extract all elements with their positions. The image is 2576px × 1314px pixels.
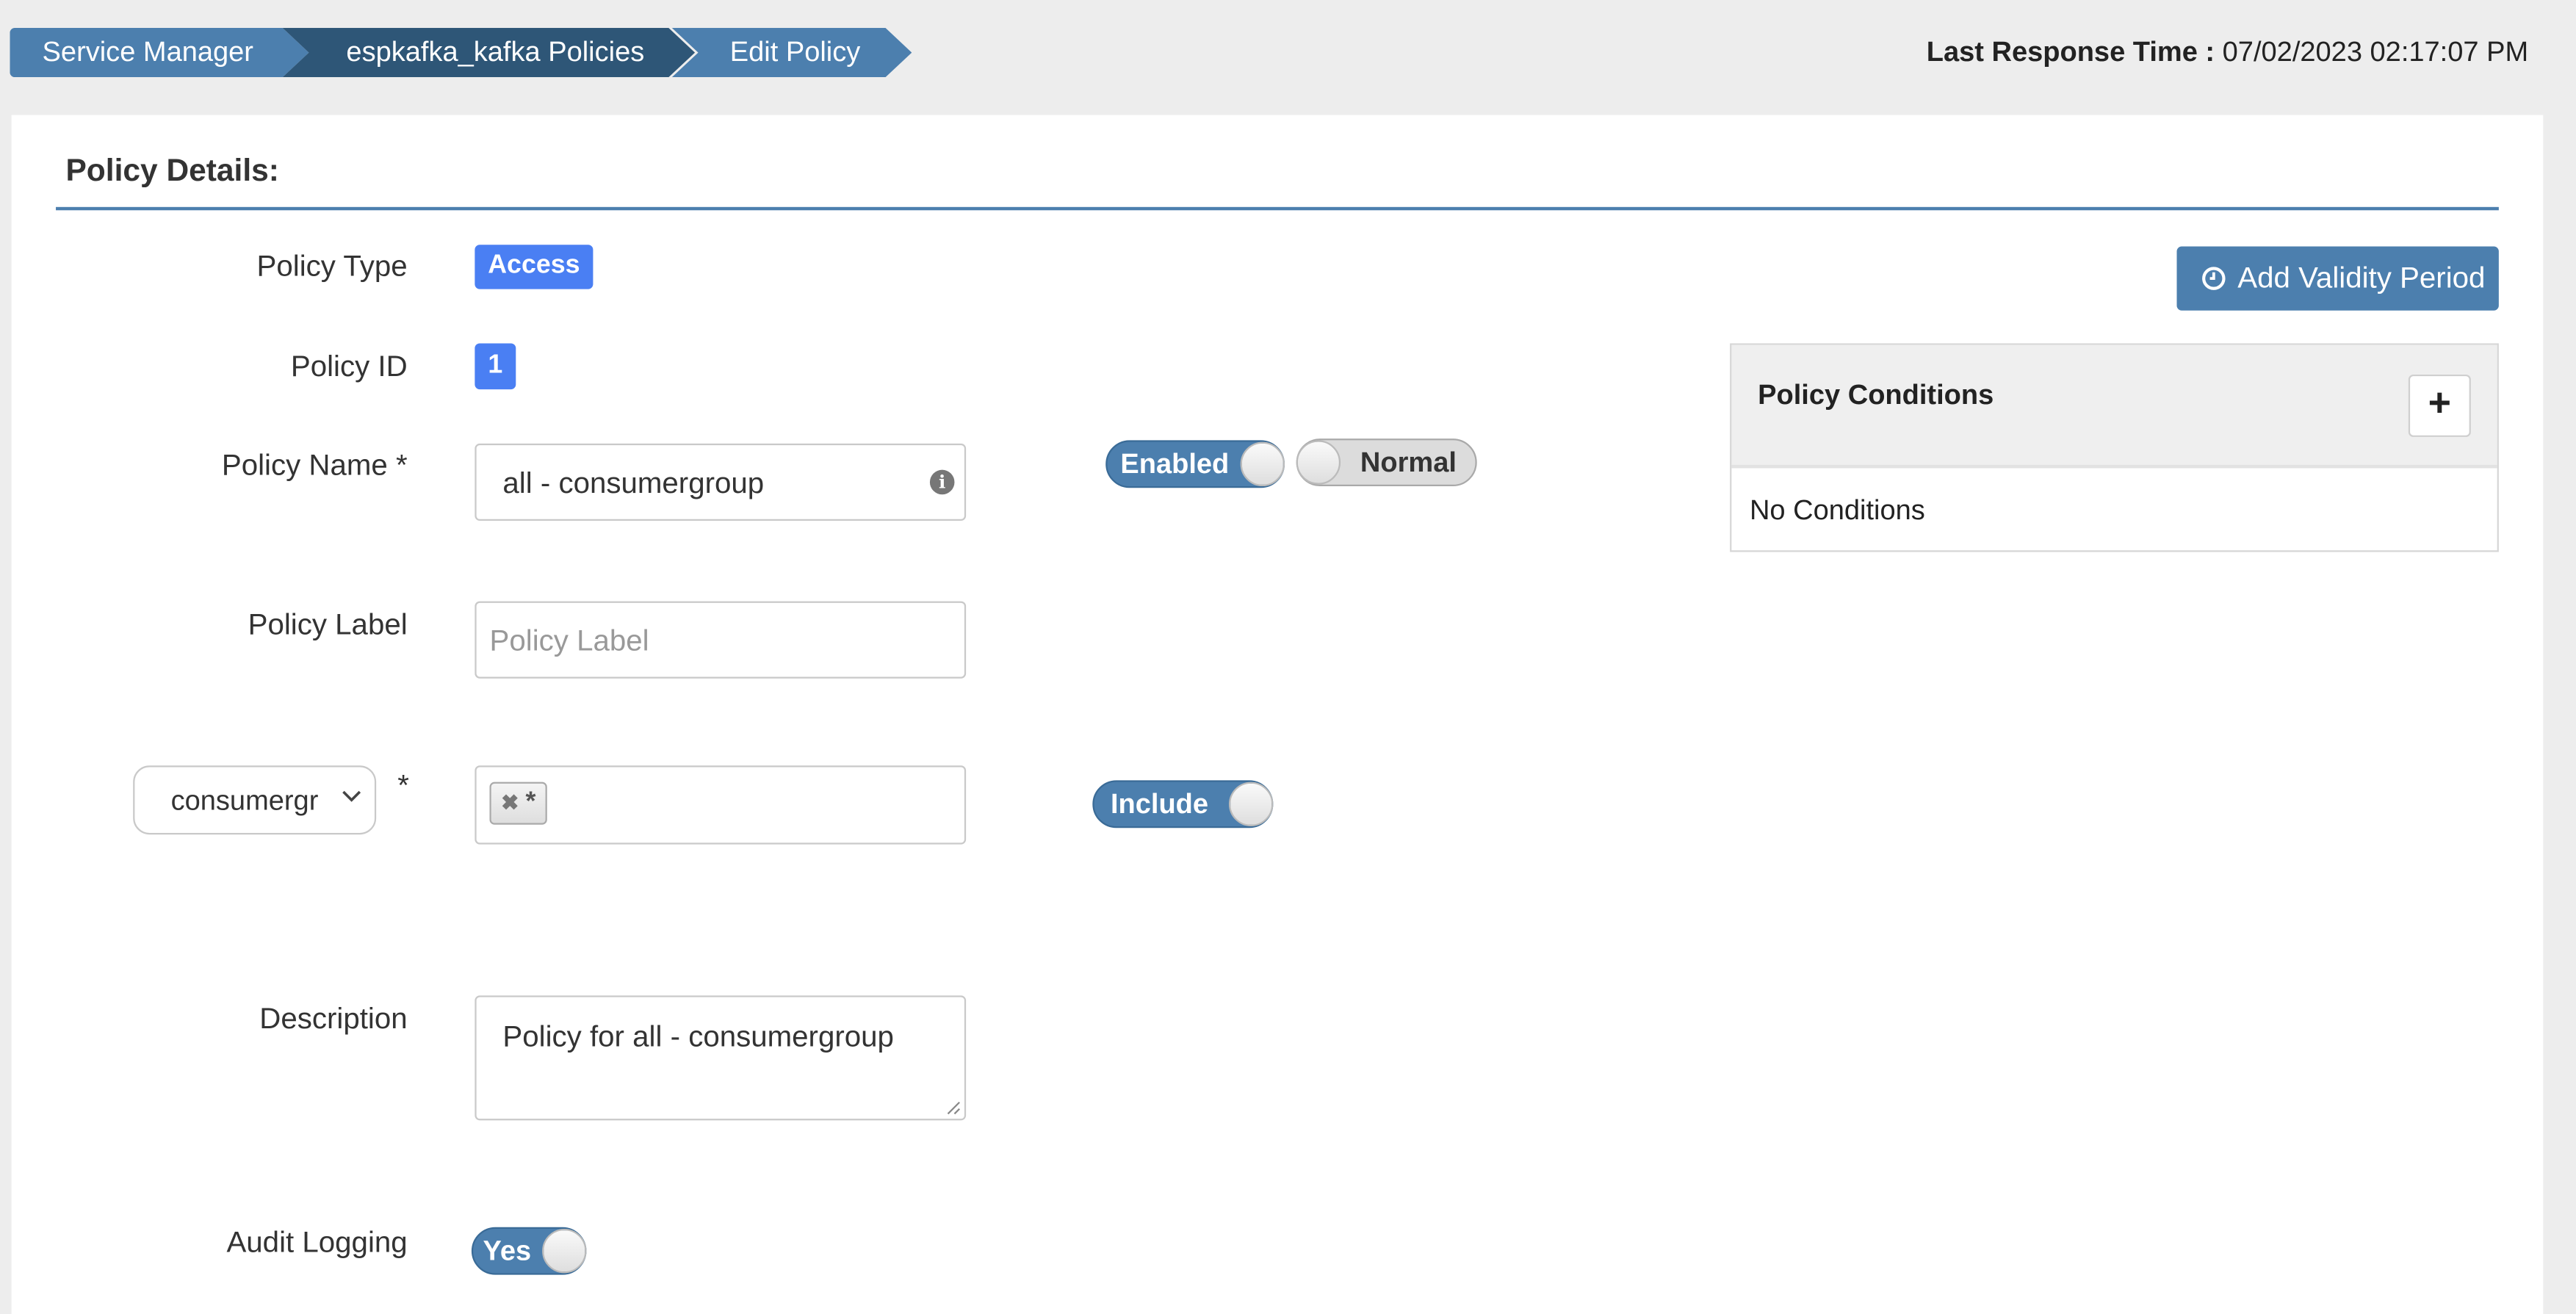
last-response-label: Last Response Time : (1926, 36, 2215, 68)
policy-details-panel: Policy Details: Policy Type Access Polic… (11, 115, 2544, 1314)
description-textarea[interactable]: Policy for all - consumergroup (475, 995, 967, 1121)
no-conditions-text: No Conditions (1749, 494, 1925, 526)
policy-conditions-panel: Policy Conditions + No Conditions (1730, 343, 2499, 552)
resource-tag-label: * (525, 788, 536, 817)
policy-label-input[interactable]: Policy Label (475, 601, 967, 679)
top-bar: Service Manager espkafka_kafka Policies … (0, 0, 2576, 109)
description-label: Description (259, 1002, 408, 1036)
add-validity-period-button[interactable]: Add Validity Period (2176, 246, 2499, 311)
resource-tag: ✖ * (489, 781, 548, 825)
breadcrumb-policies[interactable]: espkafka_kafka Policies (282, 28, 696, 78)
app-root: Service Manager espkafka_kafka Policies … (0, 0, 2576, 1314)
policy-name-input[interactable]: all - consumergroup i (475, 443, 967, 521)
resource-values-input[interactable]: ✖ * (475, 765, 967, 845)
policy-conditions-header: Policy Conditions + (1731, 344, 2497, 469)
clock-icon (2202, 267, 2226, 290)
audit-logging-value: Yes (483, 1235, 532, 1267)
resource-type-value: consumergr (170, 785, 319, 817)
add-condition-button[interactable]: + (2408, 374, 2471, 437)
normal-toggle-label: Normal (1360, 447, 1457, 478)
policy-type-label: Policy Type (256, 249, 408, 283)
policy-label-placeholder: Policy Label (489, 624, 649, 657)
toggle-knob (1240, 441, 1285, 487)
last-response-value: 07/02/2023 02:17:07 PM (2222, 36, 2529, 68)
policy-label-label: Policy Label (248, 607, 408, 641)
policy-conditions-title: Policy Conditions (1758, 379, 1994, 411)
section-title: Policy Details: (65, 154, 279, 189)
enabled-toggle[interactable]: Enabled (1105, 440, 1285, 488)
audit-logging-label: Audit Logging (226, 1225, 408, 1259)
resize-handle-icon[interactable] (945, 1099, 961, 1115)
remove-tag-icon[interactable]: ✖ (501, 790, 519, 815)
last-response-time: Last Response Time : 07/02/2023 02:17:07… (1927, 36, 2528, 69)
toggle-knob (1296, 440, 1341, 485)
required-mark: * (397, 768, 409, 802)
policy-id-label: Policy ID (290, 350, 408, 383)
policy-name-value: all - consumergroup (502, 466, 765, 499)
breadcrumb-service-manager[interactable]: Service Manager (10, 28, 309, 78)
include-toggle[interactable]: Include (1092, 780, 1274, 829)
toggle-knob (542, 1228, 587, 1274)
section-divider (56, 206, 2499, 211)
description-value: Policy for all - consumergroup (502, 1019, 894, 1053)
policy-name-label: Policy Name * (221, 448, 408, 482)
chevron-down-icon (342, 790, 361, 802)
add-validity-period-label: Add Validity Period (2237, 261, 2486, 295)
audit-logging-toggle[interactable]: Yes (471, 1227, 587, 1275)
breadcrumb-edit-policy[interactable]: Edit Policy (671, 28, 912, 78)
policy-id-badge: 1 (475, 343, 516, 390)
normal-toggle[interactable]: Normal (1296, 438, 1477, 487)
enabled-toggle-label: Enabled (1120, 448, 1230, 480)
resource-type-select[interactable]: consumergr (133, 765, 377, 835)
include-toggle-label: Include (1110, 788, 1209, 820)
info-icon[interactable]: i (929, 469, 955, 495)
toggle-knob (1228, 781, 1274, 827)
policy-type-badge: Access (475, 245, 594, 289)
